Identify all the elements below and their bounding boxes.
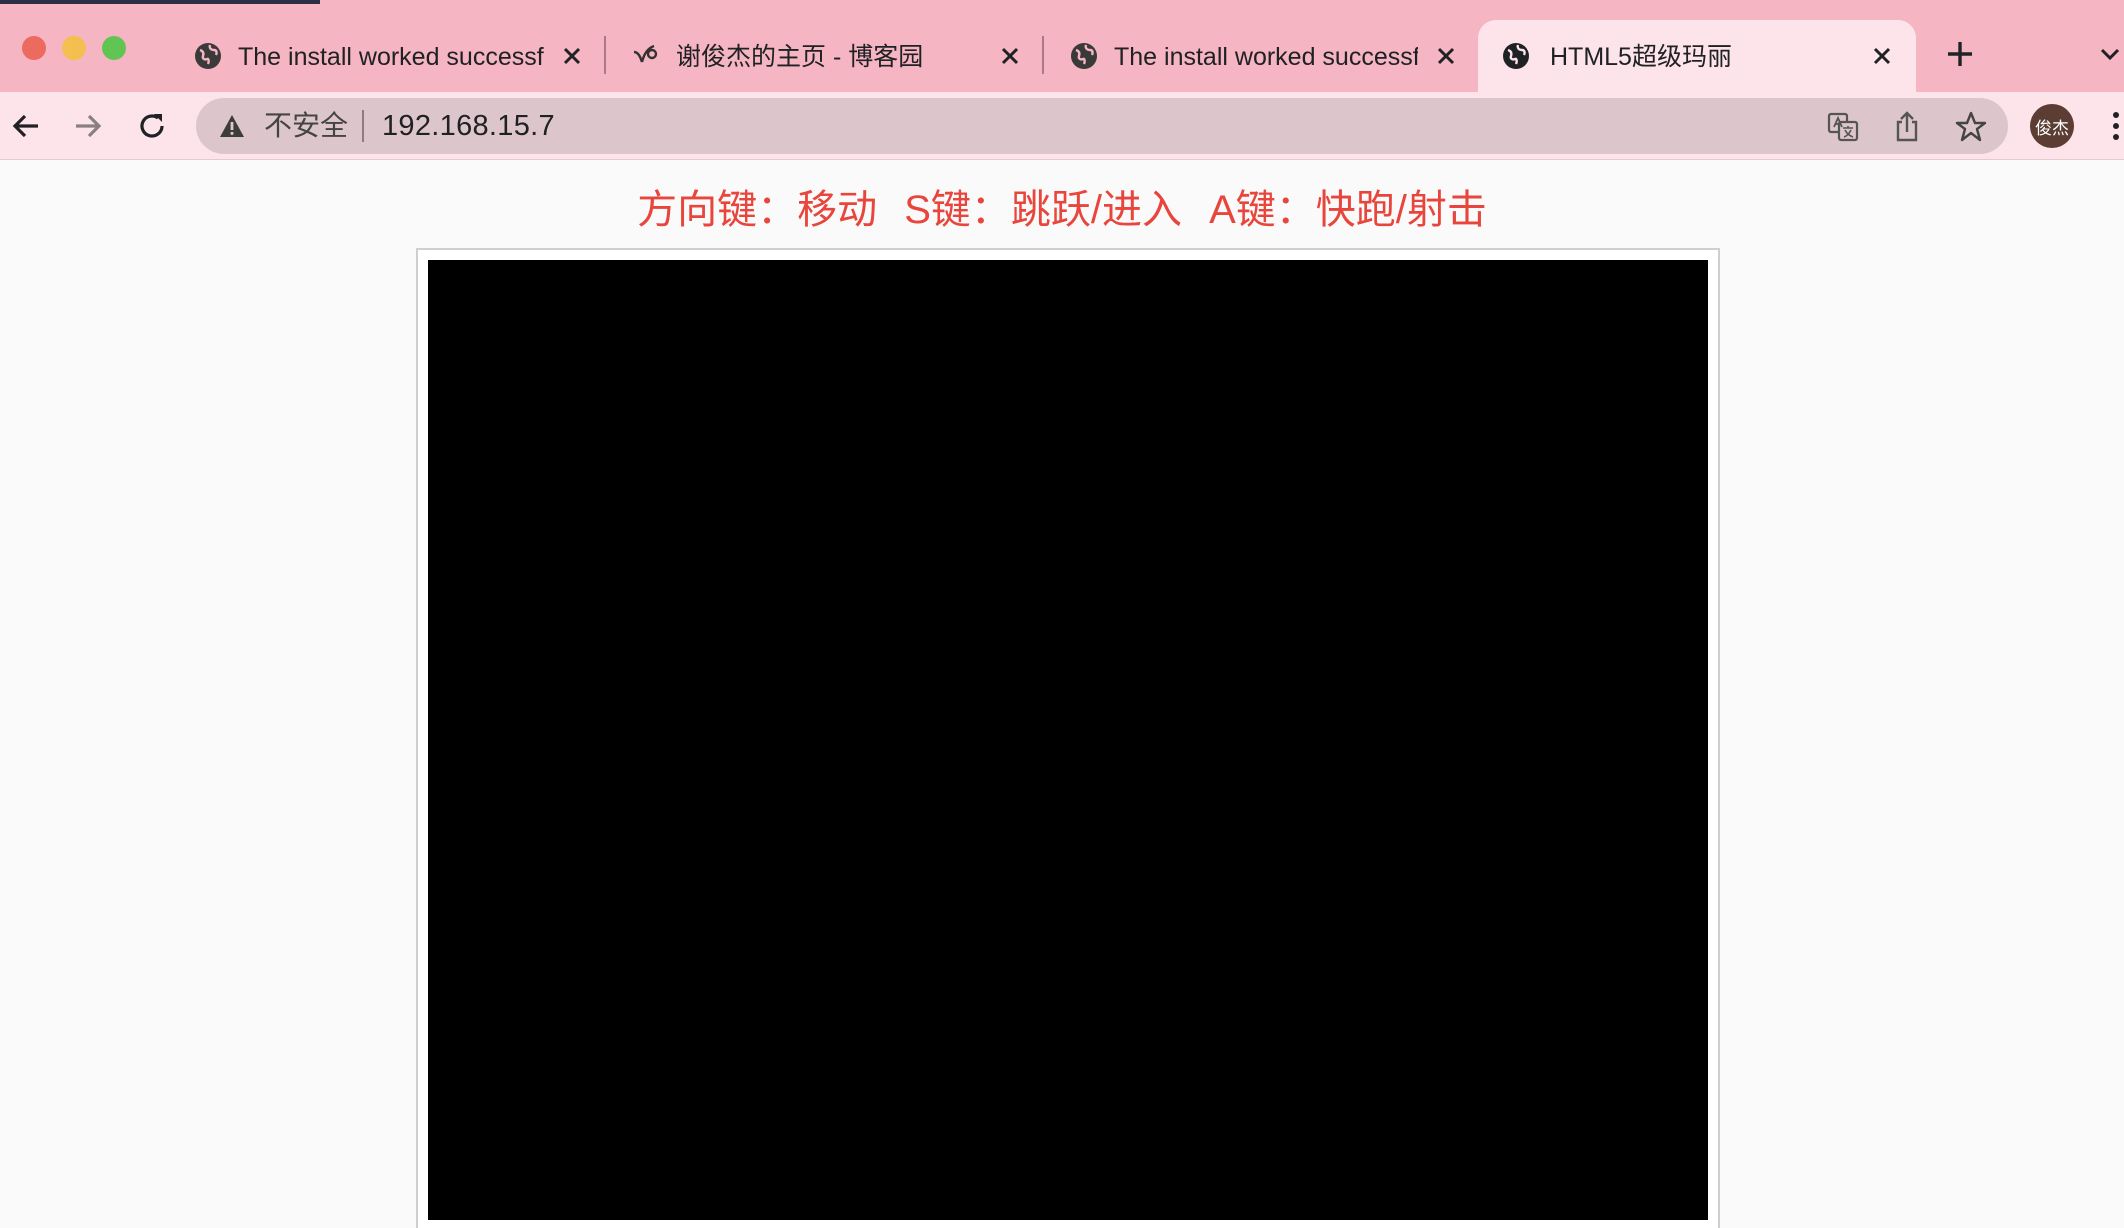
globe-icon: [1503, 43, 1529, 69]
omnibox-divider: [362, 110, 364, 142]
window-maximize-button[interactable]: [102, 36, 126, 60]
window-close-button[interactable]: [22, 36, 46, 60]
tab-title: 谢俊杰的主页 - 博客园: [676, 43, 924, 71]
run-instruction: A键：快跑/射击: [1209, 188, 1487, 232]
game-canvas[interactable]: [428, 260, 1708, 1220]
window-minimize-button[interactable]: [62, 36, 86, 60]
arrow-right-icon: [76, 114, 102, 138]
address-bar[interactable]: 不安全 192.168.15.7: [196, 98, 2008, 154]
globe-icon: [195, 43, 221, 69]
browser-toolbar: 不安全 192.168.15.7 俊杰: [0, 92, 2124, 160]
new-tab-button[interactable]: [1944, 38, 1976, 70]
jump-instruction: S键：跳跃/进入: [904, 188, 1182, 232]
tab-search-chevron-icon[interactable]: [2098, 42, 2122, 66]
back-button[interactable]: [6, 106, 46, 146]
url-text[interactable]: 192.168.15.7: [382, 110, 555, 142]
globe-icon: [1071, 43, 1097, 69]
more-menu-icon[interactable]: [2104, 106, 2124, 146]
arrow-left-icon: [12, 114, 38, 138]
tabstrip-accent: [0, 0, 320, 4]
close-icon[interactable]: [996, 42, 1024, 70]
security-label[interactable]: 不安全: [264, 110, 348, 142]
tab-title: The install worked successfully! Congrat…: [238, 43, 544, 71]
forward-button[interactable]: [68, 106, 108, 146]
cnblogs-icon: [633, 44, 658, 63]
share-icon[interactable]: [1890, 110, 1924, 144]
tab-strip: The install worked successfully! Congrat…: [0, 0, 2124, 92]
reload-icon: [140, 114, 164, 138]
profile-avatar[interactable]: 俊杰: [2030, 104, 2074, 148]
reload-button[interactable]: [132, 106, 172, 146]
warning-icon[interactable]: [218, 112, 246, 140]
translate-icon[interactable]: [1826, 110, 1860, 144]
tab-install-1[interactable]: The install worked successfully! Congrat…: [166, 20, 596, 92]
tab-install-2[interactable]: The install worked successfully! Congrat…: [1042, 20, 1472, 92]
tab-title: The install worked successfully! Congrat…: [1114, 43, 1418, 71]
game-frame: [416, 248, 1720, 1228]
tab-title: HTML5超级玛丽: [1550, 43, 1732, 71]
close-icon[interactable]: [1868, 42, 1896, 70]
close-icon[interactable]: [558, 42, 586, 70]
controls-instructions: 方向键：移动 S键：跳跃/进入 A键：快跑/射击: [0, 184, 2124, 236]
move-instruction: 方向键：移动: [637, 188, 878, 232]
tab-html5-mario[interactable]: HTML5超级玛丽: [1478, 20, 1916, 92]
close-icon[interactable]: [1432, 42, 1460, 70]
star-bookmark-icon[interactable]: [1954, 110, 1988, 144]
tab-cnblogs[interactable]: 谢俊杰的主页 - 博客园: [606, 20, 1036, 92]
